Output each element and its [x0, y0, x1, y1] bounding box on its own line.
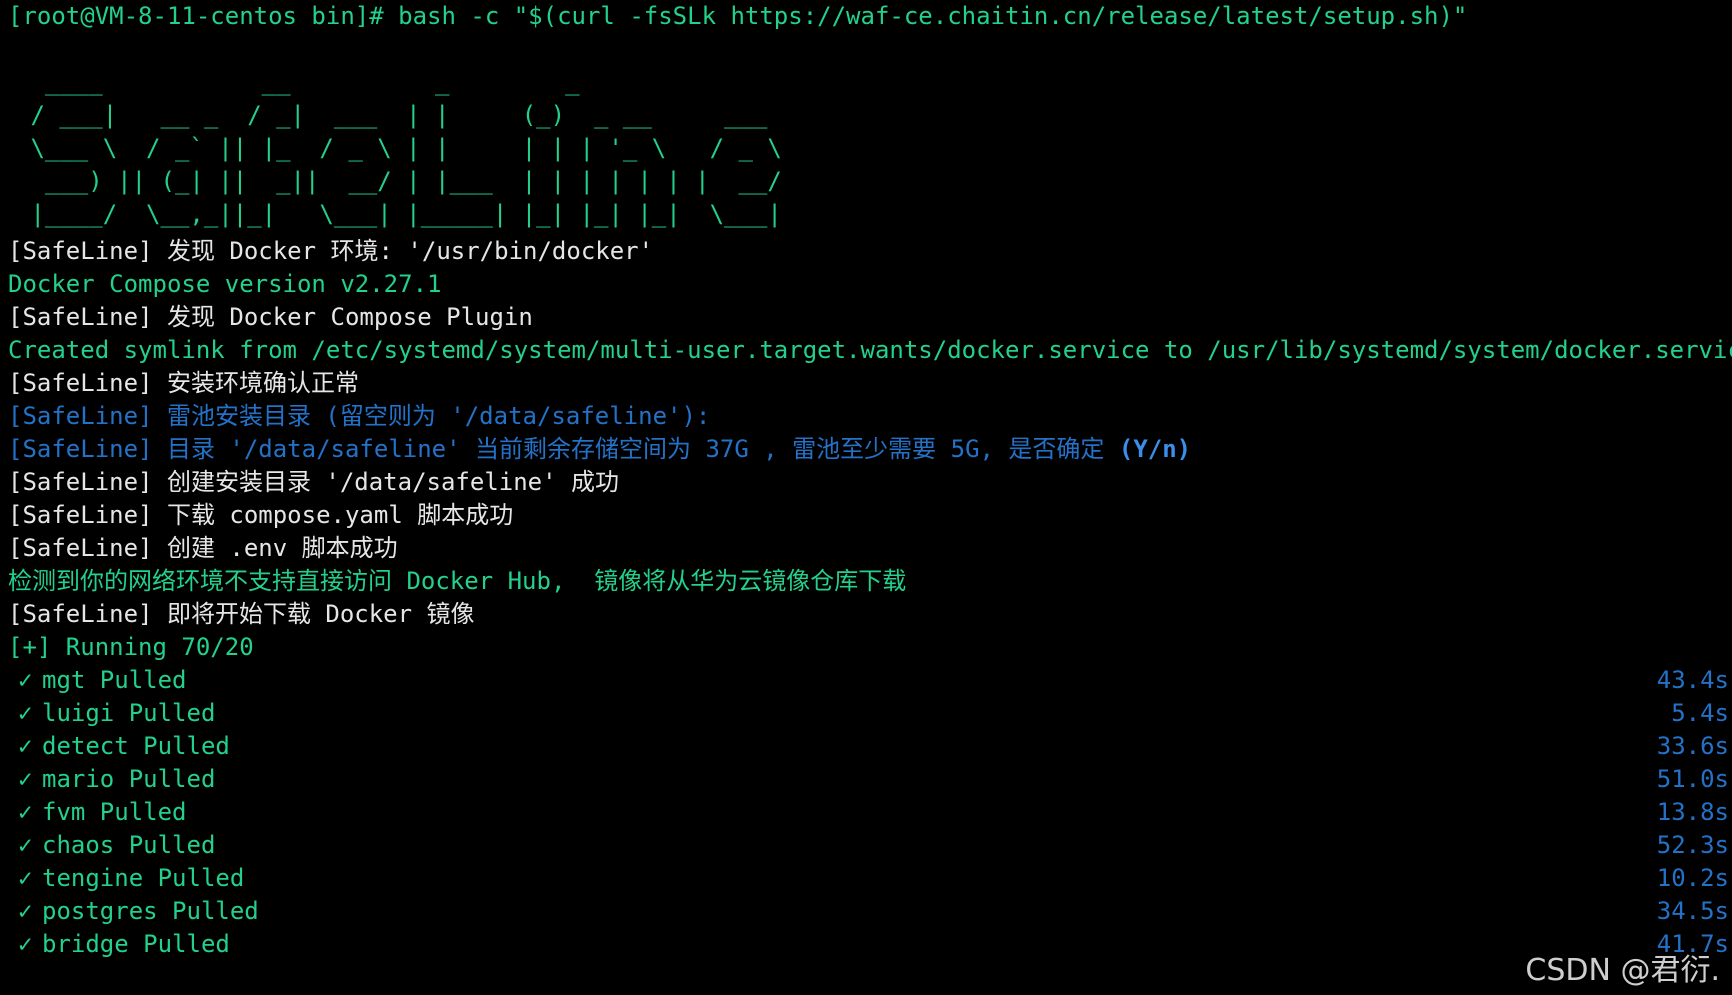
log-line-compose-version: Docker Compose version v2.27.1	[8, 270, 442, 298]
pulled-image-time: 33.6s	[1656, 732, 1729, 760]
pulled-row: ✓ luigi Pulled 5.4s	[8, 697, 1732, 730]
log-line-symlink: Created symlink from /etc/systemd/system…	[8, 336, 1732, 364]
pulled-image-name: mgt Pulled	[42, 666, 187, 694]
pulled-image-name: postgres Pulled	[42, 897, 259, 925]
checkmark-icon: ✓	[18, 798, 33, 826]
pulled-image-name: detect Pulled	[42, 732, 230, 760]
log-line-dir-created: [SafeLine] 创建安装目录 '/data/safeline' 成功	[8, 468, 620, 496]
pulled-image-name: tengine Pulled	[42, 864, 245, 892]
log-line-docker-found: [SafeLine] 发现 Docker 环境: '/usr/bin/docke…	[8, 237, 654, 265]
pulled-image-time: 43.4s	[1656, 666, 1729, 694]
storage-confirm-text: [SafeLine] 目录 '/data/safeline' 当前剩余存储空间为…	[8, 435, 1119, 463]
log-line-env-ok: [SafeLine] 安装环境确认正常	[8, 369, 359, 397]
pulled-images-list: ✓ mgt Pulled 43.4s ✓ luigi Pulled 5.4s ✓ detect…	[8, 664, 1732, 961]
pulled-image-name: luigi Pulled	[42, 699, 216, 727]
pulled-image-name: bridge Pulled	[42, 930, 230, 958]
checkmark-icon: ✓	[18, 732, 33, 760]
terminal-window[interactable]: [root@VM-8-11-centos bin]# bash -c "$(cu…	[0, 0, 1732, 995]
checkmark-icon: ✓	[18, 699, 33, 727]
log-line-compose-plugin: [SafeLine] 发现 Docker Compose Plugin	[8, 303, 533, 331]
checkmark-icon: ✓	[18, 930, 33, 958]
csdn-watermark: CSDN @君衍.	[1525, 953, 1720, 988]
pulled-image-time: 52.3s	[1656, 831, 1729, 859]
pulled-row: ✓ chaos Pulled 52.3s	[8, 829, 1732, 862]
checkmark-icon: ✓	[18, 831, 33, 859]
checkmark-icon: ✓	[18, 864, 33, 892]
pulled-row: ✓ detect Pulled 33.6s	[8, 730, 1732, 763]
pulled-image-time: 13.8s	[1656, 798, 1729, 826]
pulled-image-time: 5.4s	[1671, 699, 1729, 727]
log-line-install-dir-prompt: [SafeLine] 雷池安装目录 (留空则为 '/data/safeline'…	[8, 402, 711, 430]
pulled-row: ✓ mario Pulled 51.0s	[8, 763, 1732, 796]
prompt-command-line: [root@VM-8-11-centos bin]# bash -c "$(cu…	[8, 2, 1468, 30]
checkmark-icon: ✓	[18, 765, 33, 793]
log-line-start-download: [SafeLine] 即将开始下载 Docker 镜像	[8, 600, 475, 628]
pulled-image-time: 51.0s	[1656, 765, 1729, 793]
yes-no-prompt: (Y/n)	[1118, 435, 1192, 463]
safeline-ascii-banner: ____ __ _ _ / ___| __ _ / _| ___ | | (_)…	[30, 68, 782, 228]
pulled-row: ✓ bridge Pulled 41.7s	[8, 928, 1732, 961]
pulled-row: ✓ postgres Pulled 34.5s	[8, 895, 1732, 928]
pulled-row: ✓ mgt Pulled 43.4s	[8, 664, 1732, 697]
pulled-image-time: 10.2s	[1656, 864, 1729, 892]
checkmark-icon: ✓	[18, 897, 33, 925]
pulled-image-name: mario Pulled	[42, 765, 216, 793]
running-status: [+] Running 70/20	[8, 633, 254, 661]
log-line-compose-downloaded: [SafeLine] 下载 compose.yaml 脚本成功	[8, 501, 514, 529]
pulled-row: ✓ tengine Pulled 10.2s	[8, 862, 1732, 895]
log-line-env-created: [SafeLine] 创建 .env 脚本成功	[8, 534, 398, 562]
log-line-storage-confirm: [SafeLine] 目录 '/data/safeline' 当前剩余存储空间为…	[8, 433, 1732, 466]
checkmark-icon: ✓	[18, 666, 33, 694]
pulled-image-name: chaos Pulled	[42, 831, 216, 859]
pulled-image-name: fvm Pulled	[42, 798, 187, 826]
log-line-network-notice: 检测到你的网络环境不支持直接访问 Docker Hub, 镜像将从华为云镜像仓库…	[8, 567, 907, 595]
pulled-image-time: 34.5s	[1656, 897, 1729, 925]
pulled-row: ✓ fvm Pulled 13.8s	[8, 796, 1732, 829]
